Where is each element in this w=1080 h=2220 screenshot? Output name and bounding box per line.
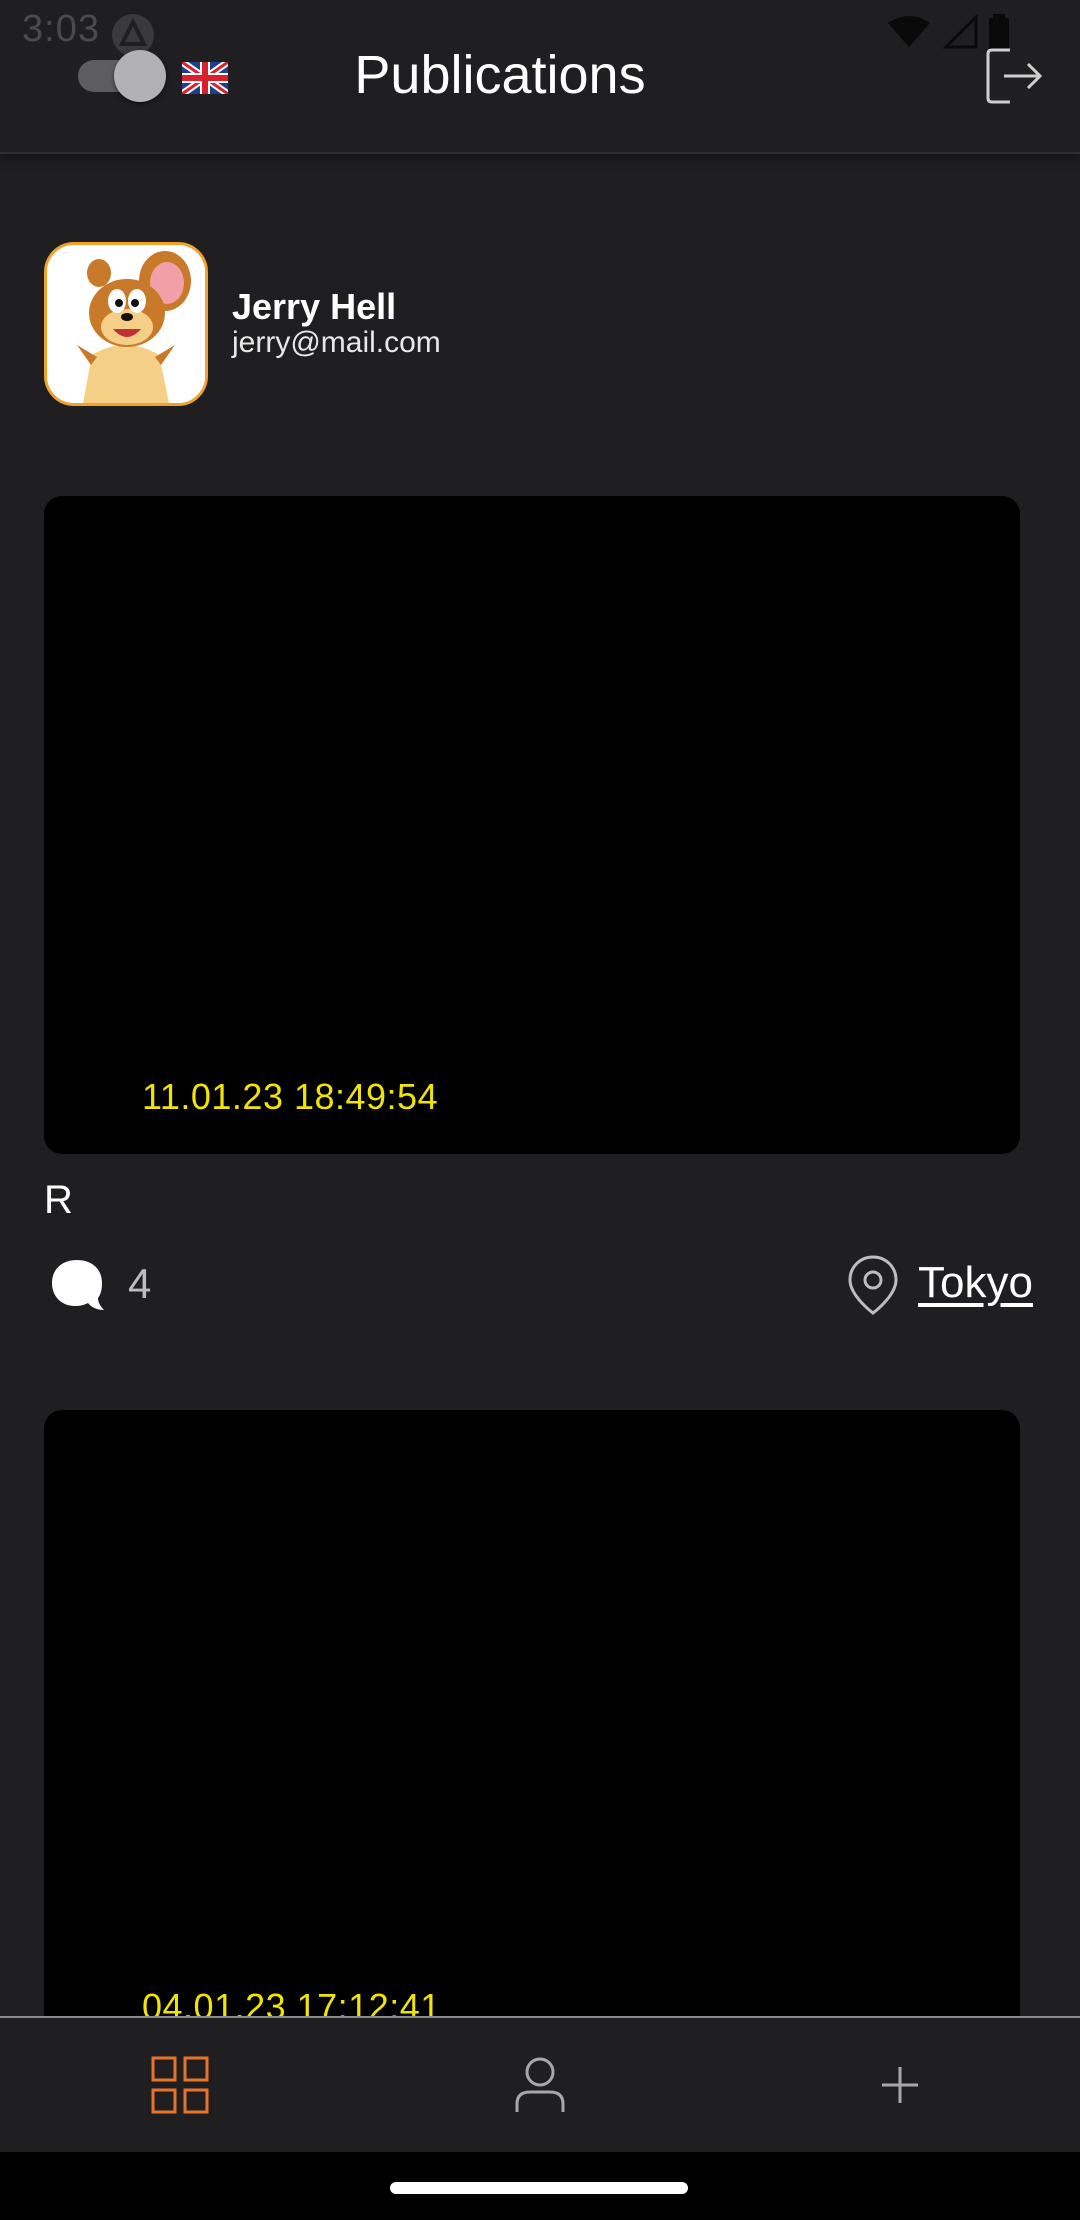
page-title: Publications (354, 45, 646, 105)
nav-posts-tab[interactable] (0, 2018, 360, 2152)
home-gesture-bar[interactable] (390, 2182, 688, 2194)
post-date: 11.01.23 18:49:54 (142, 1076, 439, 1117)
user-icon (515, 2057, 565, 2112)
wifi-icon (888, 16, 930, 47)
location-link[interactable]: Tokyo (918, 1258, 1033, 1308)
status-time: 3:03 (22, 8, 100, 50)
comment-count: 4 (128, 1260, 152, 1307)
profile-card: Jerry Hell jerry@mail.com (44, 242, 1024, 408)
grid-icon (151, 2056, 209, 2114)
app-header: 3:03 Publications (0, 0, 1080, 154)
post-image[interactable]: 11.01.23 18:49:54 (44, 496, 1020, 1154)
system-gesture-area (0, 2152, 1080, 2220)
uk-flag-icon[interactable] (182, 62, 228, 94)
theme-toggle[interactable] (78, 50, 166, 102)
profile-email: jerry@mail.com (232, 326, 441, 359)
nav-create-tab[interactable] (720, 2018, 1080, 2152)
toggle-thumb (114, 50, 166, 102)
logout-icon[interactable] (984, 44, 1048, 108)
profile-name: Jerry Hell (232, 286, 397, 327)
nav-profile-tab[interactable] (360, 2018, 720, 2152)
post-caption: R (44, 1178, 73, 1222)
post-image[interactable]: 04.01.23 17:12:41 (44, 1410, 1020, 2030)
bottom-nav (0, 2016, 1080, 2152)
plus-icon (882, 2067, 918, 2103)
comment-icon[interactable] (48, 1256, 106, 1314)
location-pin-icon (848, 1255, 898, 1315)
avatar[interactable] (44, 242, 208, 406)
signal-icon (942, 15, 978, 49)
